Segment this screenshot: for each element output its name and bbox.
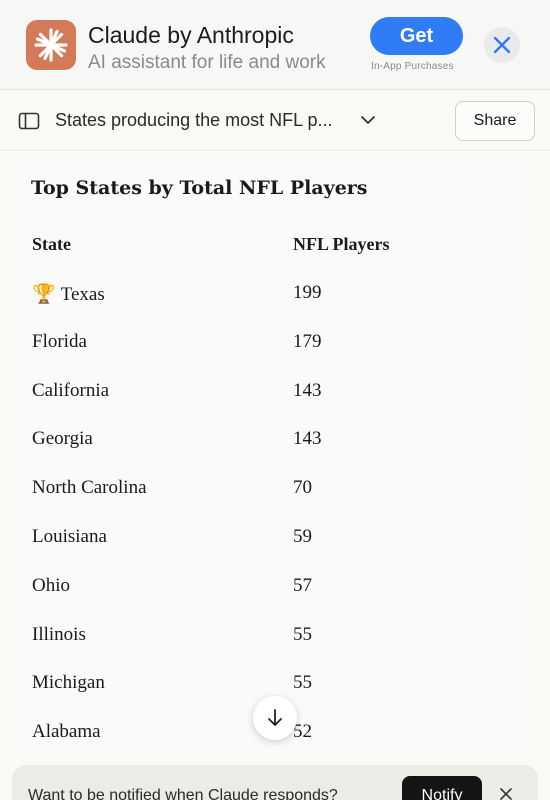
notify-message: Want to be notified when Claude responds… [28, 787, 338, 800]
table-cell-state: Alabama [32, 721, 101, 743]
claude-app-icon[interactable] [26, 20, 76, 70]
table-cell-players: 70 [293, 477, 312, 499]
table-cell-players: 179 [293, 330, 322, 352]
table-cell-players: 143 [293, 379, 322, 401]
claude-logo-icon [34, 28, 68, 62]
notify-button[interactable]: Notify [402, 776, 482, 800]
table-cell-players: 55 [293, 672, 312, 694]
state-name: North Carolina [32, 477, 147, 499]
app-store-banner: Claude by Anthropic AI assistant for lif… [0, 0, 550, 90]
table-cell-players: 143 [293, 428, 322, 450]
in-app-purchases-label: In-App Purchases [371, 61, 454, 72]
table-cell-players: 57 [293, 574, 312, 596]
table-cell-players: 59 [293, 526, 312, 547]
table-cell-state: 🏆 Texas [32, 282, 105, 306]
state-name: Ohio [32, 574, 70, 596]
column-header-nfl-players: NFL Players [293, 234, 390, 254]
table-cell-state: California [32, 380, 109, 402]
scroll-down-button[interactable] [253, 696, 297, 740]
close-icon [493, 36, 511, 54]
table-cell-state: Florida [32, 331, 87, 353]
close-icon [500, 788, 512, 800]
get-button[interactable]: Get [370, 17, 463, 55]
state-name: Florida [32, 330, 87, 352]
table-cell-state: North Carolina [32, 477, 147, 499]
app-title: Claude by Anthropic [88, 22, 294, 48]
chevron-down-icon[interactable] [360, 112, 376, 128]
notify-banner: Want to be notified when Claude responds… [12, 765, 538, 800]
table-cell-state: Louisiana [32, 526, 107, 548]
state-name: Michigan [32, 672, 105, 694]
sidebar-toggle-button[interactable] [18, 111, 40, 131]
table-cell-players: 199 [293, 282, 322, 303]
table-cell-state: Michigan [32, 672, 105, 694]
column-header-state: State [32, 234, 71, 254]
table-cell-state: Illinois [32, 624, 86, 646]
sidebar-icon [18, 112, 40, 130]
trophy-icon: 🏆 [32, 284, 56, 305]
state-name: Texas [60, 284, 105, 305]
conversation-title[interactable]: States producing the most NFL p... [55, 110, 332, 131]
close-notify-button[interactable] [497, 785, 515, 800]
table-cell-players: 55 [293, 623, 312, 645]
conversation-header: States producing the most NFL p... Share [0, 91, 550, 151]
state-name: Illinois [32, 623, 86, 645]
table-title: Top States by Total NFL Players [31, 177, 368, 199]
state-name: Louisiana [32, 526, 107, 547]
share-button[interactable]: Share [455, 101, 535, 141]
state-name: Alabama [32, 721, 101, 743]
app-subtitle: AI assistant for life and work [88, 52, 326, 73]
close-banner-button[interactable] [484, 27, 520, 63]
table-cell-state: Georgia [32, 428, 93, 450]
table-cell-state: Ohio [32, 575, 70, 597]
arrow-down-icon [268, 709, 282, 726]
state-name: Georgia [32, 428, 93, 450]
state-name: California [32, 379, 110, 401]
